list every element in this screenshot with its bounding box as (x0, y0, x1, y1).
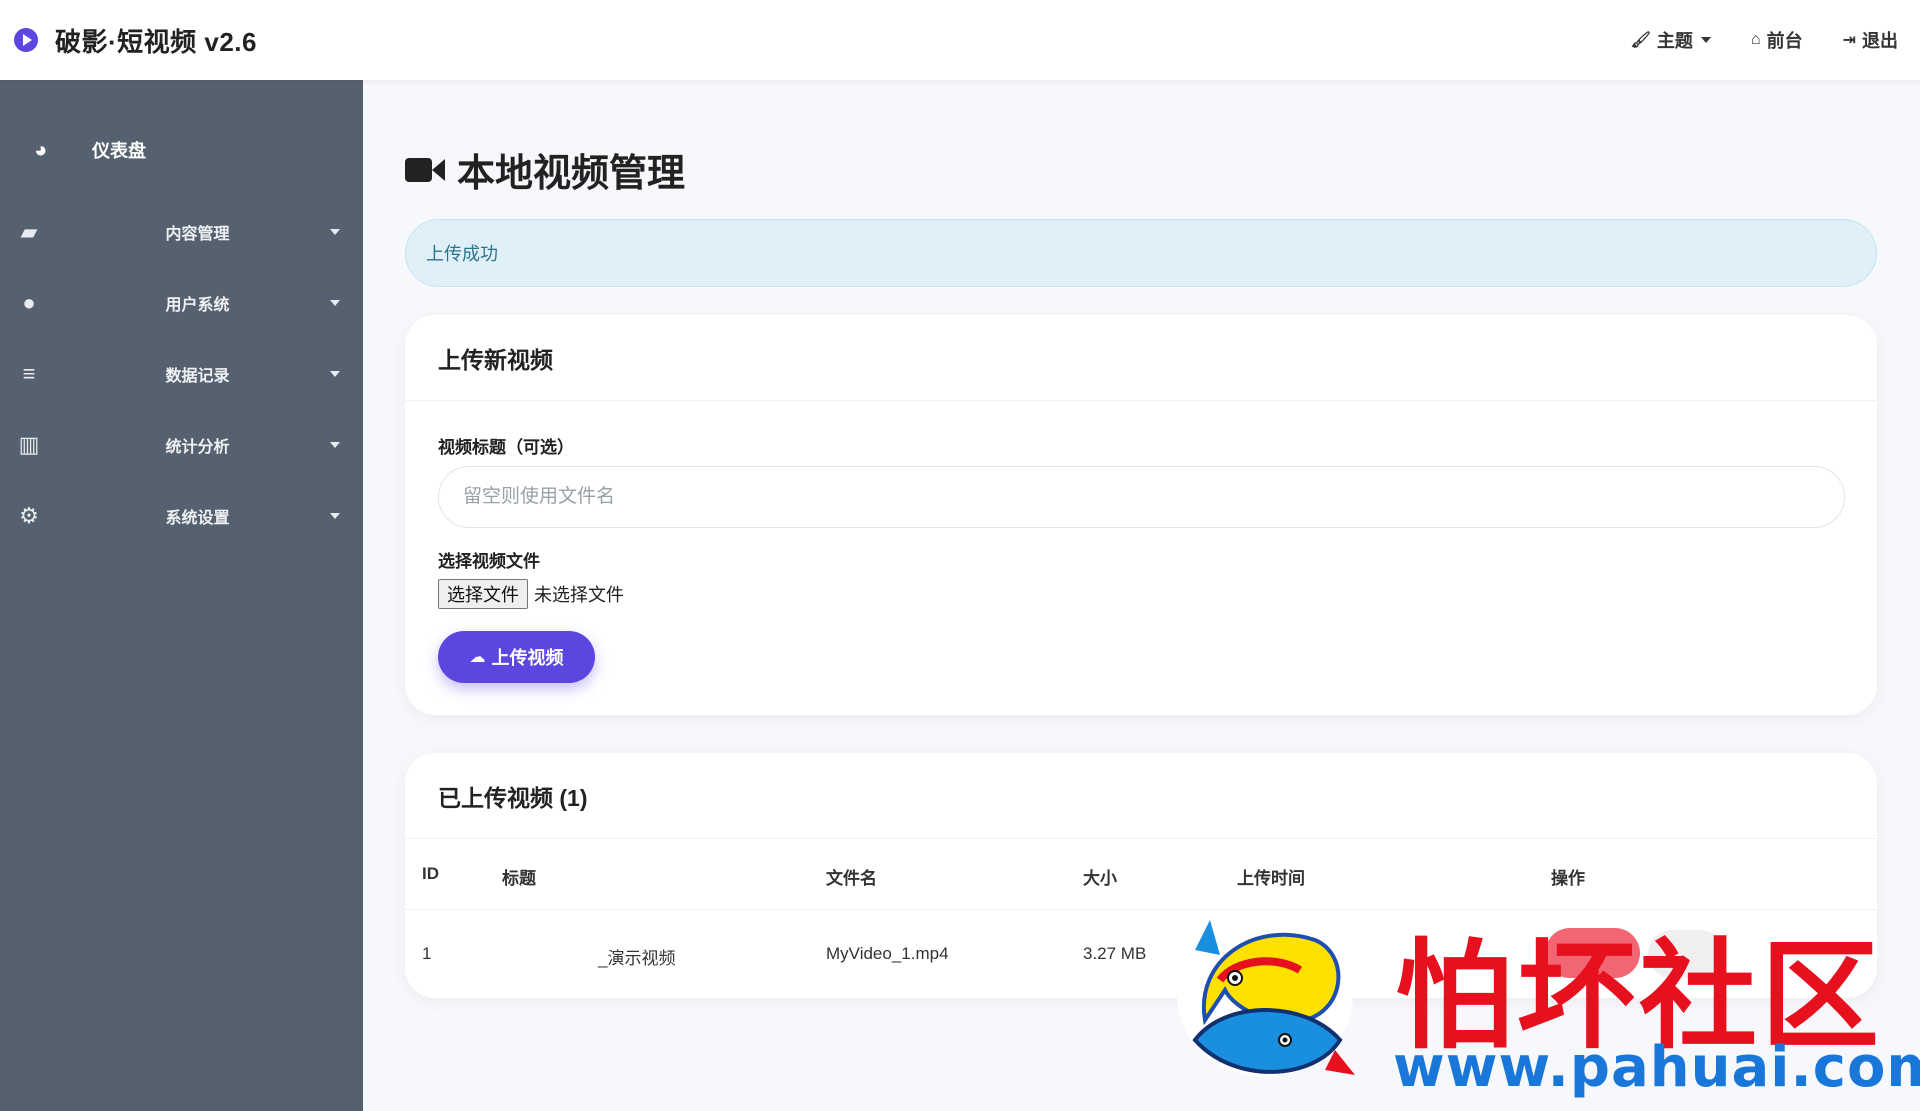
column-header-id: ID (422, 864, 439, 883)
sidebar-item-label: 内容管理 (165, 226, 230, 243)
caret-down-icon (330, 513, 340, 519)
caret-down-icon (1700, 37, 1711, 43)
sidebar-item-label: 系统设置 (165, 510, 230, 527)
file-status-text: 未选择文件 (534, 585, 624, 605)
sidebar-item-label: 用户系统 (165, 297, 230, 314)
file-field-label: 选择视频文件 (438, 552, 540, 571)
paint-brush-icon: 🖌 (1630, 32, 1651, 49)
uploaded-card-header: 已上传视频 (1) (405, 753, 1877, 839)
success-alert: 上传成功 (405, 219, 1877, 287)
gears-icon: ⚙ (19, 503, 39, 528)
column-header-upload-time: 上传时间 (1237, 869, 1305, 888)
sidebar-item-content[interactable]: ▰ 内容管理 (0, 206, 363, 258)
sidebar: ◕ 仪表盘 ▰ 内容管理 ● 用户系统 ≡ 数据记录 ▥ 统计分析 ⚙ 系统设置 (0, 80, 363, 1111)
sidebar-item-stats[interactable]: ▥ 统计分析 (0, 419, 363, 471)
bar-chart-icon: ▥ (18, 432, 40, 457)
folder-open-icon: ▰ (20, 219, 38, 244)
cell-size: 3.27 MB (1083, 944, 1147, 963)
dashboard-icon: ◕ (34, 137, 48, 162)
sidebar-item-label: 数据记录 (165, 368, 230, 385)
upload-card-header: 上传新视频 (405, 315, 1877, 401)
frontend-label: 前台 (1766, 31, 1803, 51)
column-header-title: 标题 (502, 869, 536, 888)
cell-id: 1 (422, 944, 432, 963)
frontend-link[interactable]: ⌂ 前台 (1751, 27, 1803, 53)
brand[interactable]: 破影·短视频 v2.6 (14, 22, 257, 59)
theme-label: 主题 (1656, 31, 1693, 51)
sidebar-item-label: 仪表盘 (92, 141, 146, 161)
cell-title: _演示视频 (598, 949, 676, 968)
theme-menu-button[interactable]: 🖌 主题 (1631, 27, 1711, 53)
sign-out-icon: ⇥ (1842, 32, 1856, 49)
column-header-size: 大小 (1083, 869, 1117, 888)
sidebar-item-dashboard[interactable]: ◕ 仪表盘 (0, 120, 363, 180)
top-nav-links: 🖌 主题 ⌂ 前台 ⇥ 退出 (1591, 27, 1898, 53)
caret-down-icon (330, 300, 340, 306)
choose-file-button[interactable]: 选择文件 (438, 579, 528, 609)
cloud-upload-icon: ☁ (469, 649, 486, 666)
watermark: 怕坏社区 www.pahuai.com (1165, 900, 1920, 1100)
upload-button-label: 上传视频 (491, 648, 564, 668)
sidebar-item-users[interactable]: ● 用户系统 (0, 277, 363, 329)
column-header-actions: 操作 (1551, 869, 1585, 888)
video-title-input[interactable] (438, 466, 1845, 528)
upload-card: 上传新视频 视频标题（可选） 选择视频文件 选择文件 未选择文件 ☁ 上传视频 (405, 315, 1877, 715)
watermark-url: www.pahuai.com (1393, 1035, 1920, 1100)
play-circle-icon (14, 28, 38, 52)
sidebar-item-data[interactable]: ≡ 数据记录 (0, 348, 363, 400)
column-header-filename: 文件名 (826, 869, 877, 888)
fish-logo (1177, 913, 1355, 1077)
home-icon: ⌂ (1750, 31, 1761, 48)
users-icon: ● (22, 290, 36, 315)
page-title-text: 本地视频管理 (457, 153, 686, 195)
logout-link[interactable]: ⇥ 退出 (1843, 27, 1898, 53)
file-picker: 选择文件 未选择文件 (438, 579, 624, 609)
title-field-label: 视频标题（可选） (438, 438, 574, 457)
video-camera-icon (405, 155, 445, 185)
caret-down-icon (330, 371, 340, 377)
page-title: 本地视频管理 (405, 142, 685, 197)
app-title: 破影·短视频 v2.6 (55, 26, 257, 57)
upload-video-button[interactable]: ☁ 上传视频 (438, 631, 595, 683)
sidebar-item-settings[interactable]: ⚙ 系统设置 (0, 490, 363, 542)
sidebar-item-label: 统计分析 (165, 439, 230, 456)
cell-filename: MyVideo_1.mp4 (826, 944, 949, 963)
logout-label: 退出 (1862, 31, 1898, 51)
database-icon: ≡ (22, 361, 36, 386)
caret-down-icon (330, 229, 340, 235)
top-navbar: 破影·短视频 v2.6 🖌 主题 ⌂ 前台 ⇥ 退出 (0, 0, 1920, 80)
caret-down-icon (330, 442, 340, 448)
